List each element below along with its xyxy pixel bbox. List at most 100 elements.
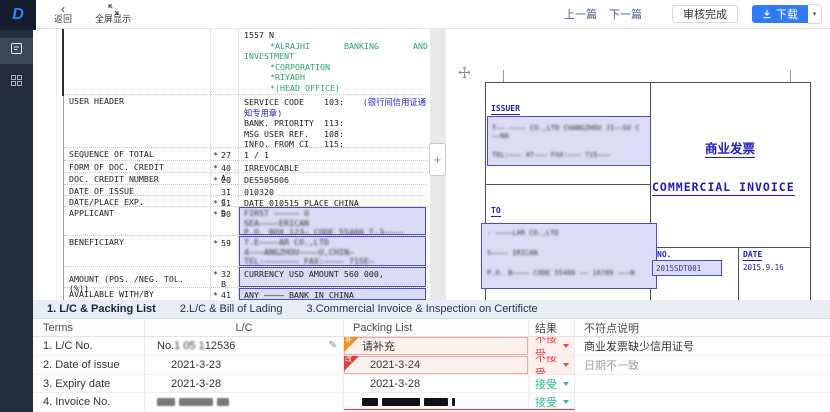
to-label: TO: [491, 206, 501, 217]
field-tag: *31 D: [211, 196, 239, 206]
field-label: DATE/PLACE EXP.: [64, 196, 211, 206]
edit-icon[interactable]: ✎: [329, 340, 337, 351]
note-cell[interactable]: 商业发票缺少信用证号: [575, 337, 830, 355]
tab-lc-bill-of-lading[interactable]: 2.L/C & Bill of Lading: [180, 303, 283, 315]
back-label: 返回: [54, 15, 72, 24]
field-label: DOC. CREDIT NUMBER: [64, 173, 211, 184]
swift-row-beneficiary: BENEFICIARY *59 T.E————AR CO.,LTD 4———AN…: [64, 236, 428, 267]
bank-name-line: *ALRAJHIBANKINGAND: [270, 41, 428, 52]
sidebar-item-apps[interactable]: [0, 70, 33, 96]
chevron-down-icon: [563, 400, 569, 404]
invoice-no-value: 2015SDT001: [652, 260, 722, 276]
term-cell: 2. Date of issue: [33, 356, 145, 374]
chevron-down-icon: [563, 382, 569, 386]
term-cell: 1. L/C No.: [33, 337, 145, 355]
field-value: FIRST ————— O SEA————ERICAN P.O. BOX 123…: [239, 207, 428, 235]
field-label: DATE OF ISSUE: [64, 185, 211, 195]
page-border-top: [485, 82, 810, 83]
result-select[interactable]: 不接受: [529, 337, 575, 355]
prev-article-button[interactable]: 上一篇: [564, 6, 597, 22]
app: D ‹ 返回 全屏显示 上一篇 下一篇 审核完成 下载 ▾: [0, 0, 830, 412]
swift-row: DATE OF ISSUE 31 C 010320: [64, 185, 428, 196]
invoice-date-value: 2015.9.16: [743, 263, 784, 272]
result-select[interactable]: 接受: [529, 375, 575, 392]
download-more-button[interactable]: ▾: [808, 4, 822, 24]
no-date-divider: [738, 247, 739, 300]
next-article-button[interactable]: 下一篇: [609, 6, 642, 22]
lc-value-cell: 2021-3-23: [145, 356, 344, 374]
swift-row-amount: AMOUNT (POS. /NEG. TOL. (%)) *32 B CURRE…: [64, 267, 428, 288]
field-value: SERVICE CODE103: (银行间信用证通 知专用章) BANK. PR…: [239, 95, 428, 147]
issuer-highlight: T—— ———— CO.,LTD CHANGZHOU JI——SU C——NA …: [487, 116, 651, 166]
field-tag: [211, 95, 239, 147]
compare-row-lc-no: 1. L/C No. No.1 05 112536 ✎ 补 请补充 不接受 商业…: [33, 337, 830, 356]
invoice-en-title: COMMERCIAL INVOICE: [652, 180, 795, 196]
compare-row-date-of-issue: 2. Date of issue 2021-3-23 改 2021-3-24 不…: [33, 356, 830, 375]
compare-table-header: Terms L/C Packing List 结果 不符点说明: [33, 319, 830, 337]
field-tag: [211, 28, 239, 94]
chevron-down-icon: [563, 363, 569, 367]
field-tag: *59: [211, 236, 239, 266]
chevron-down-icon: [563, 344, 569, 348]
title-no-divider: [650, 247, 811, 248]
field-value: 1557 N *ALRAJHIBANKINGAND INVESTMENT *CO…: [239, 28, 428, 94]
invoice-date-label: DATE: [743, 250, 762, 261]
fullscreen-label: 全屏显示: [95, 15, 131, 24]
page-border-right: [810, 82, 811, 300]
document-icon: [10, 42, 23, 60]
field-label: APPLICANT: [64, 207, 211, 235]
amount-highlight: CURRENCY USD AMOUNT 560 000,: [239, 267, 426, 287]
zoom-in-button[interactable]: +: [429, 143, 446, 176]
note-cell[interactable]: 日期不一致: [575, 356, 830, 374]
field-value: 010320: [239, 185, 428, 195]
available-highlight: ANY ———— BANK IN CHINA: [239, 288, 426, 300]
doc-scroll-thumb[interactable]: [62, 28, 64, 96]
seal-note-2: 知专用章): [244, 108, 428, 119]
field-value: CURRENCY USD AMOUNT 560 000,: [239, 267, 428, 287]
col-result: 结果: [529, 319, 575, 336]
download-icon: [762, 9, 772, 19]
back-button[interactable]: ‹ 返回: [46, 4, 80, 24]
field-tag: *50: [211, 207, 239, 235]
note-cell[interactable]: [575, 393, 830, 411]
fullscreen-button[interactable]: 全屏显示: [90, 4, 136, 24]
grid-icon: [10, 74, 23, 92]
field-label: [64, 28, 211, 94]
lc-value-cell[interactable]: No.1 05 112536 ✎: [145, 337, 344, 355]
service-code-line: SERVICE CODE103: (银行间信用证通: [244, 97, 428, 108]
tab-commercial-invoice-inspection[interactable]: 3.Commercial Invoice & Inspection on Cer…: [307, 303, 538, 315]
invoice-panel: ISSUER T—— ———— CO.,LTD CHANGZHOU JI——SU…: [446, 28, 830, 300]
download-label: 下载: [776, 6, 798, 22]
sidebar: [0, 30, 33, 412]
bank-priority-line: BANK. PRIORITY113:: [244, 118, 428, 129]
col-lc: L/C: [145, 319, 344, 336]
review-complete-button[interactable]: 审核完成: [672, 5, 738, 23]
field-tag: *20: [211, 173, 239, 184]
issuer-label: ISSUER: [491, 104, 520, 115]
compare-tabbar: 1. L/C & Packing List 2.L/C & Bill of La…: [33, 300, 830, 319]
swift-row: DOC. CREDIT NUMBER *20 DES505606: [64, 173, 428, 185]
field-tag: *40 A: [211, 161, 239, 172]
packing-list-cell: 2021-3-28: [344, 375, 529, 392]
download-button[interactable]: 下载: [752, 5, 808, 23]
sidebar-item-documents[interactable]: [0, 38, 33, 64]
caret-down-icon: ▾: [813, 10, 817, 18]
msg-user-ref-line: MSG USER REF.108:: [244, 129, 428, 140]
result-select[interactable]: 不接受: [529, 356, 575, 374]
field-label: USER HEADER: [64, 95, 211, 147]
field-tag: *41 D: [211, 288, 239, 300]
field-value: 1 / 1: [239, 148, 428, 160]
col-packing-list: Packing List: [344, 319, 529, 336]
tab-lc-packing-list[interactable]: 1. L/C & Packing List: [47, 303, 156, 315]
swift-row: SEQUENCE OF TOTAL *27 1 / 1: [64, 148, 428, 161]
lc-value-redacted: [145, 393, 344, 411]
move-handle-icon[interactable]: [458, 66, 471, 84]
note-cell[interactable]: [575, 375, 830, 392]
page-tick: [503, 70, 504, 82]
field-value: T.E————AR CO.,LTD 4———ANGZHOU————U,CHIN—…: [239, 236, 428, 266]
swift-row-applicant: APPLICANT *50 FIRST ————— O SEA————ERICA…: [64, 207, 428, 236]
swift-row-available: AVAILABLE WITH/BY *41 D ANY ———— BANK IN…: [64, 288, 428, 300]
field-value: DES505606: [239, 173, 428, 184]
page-tick: [790, 70, 791, 82]
lc-value-cell: 2021-3-28: [145, 375, 344, 392]
